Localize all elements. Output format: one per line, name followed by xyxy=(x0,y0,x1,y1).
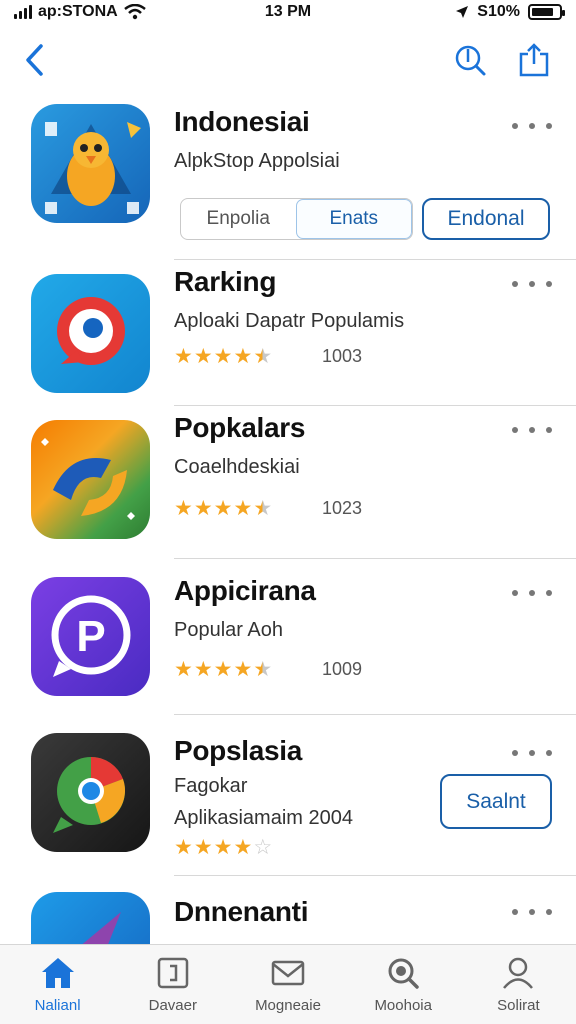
search-button[interactable] xyxy=(450,40,490,80)
star-icon: ★ xyxy=(193,497,213,520)
app-row[interactable]: Popkalars Coaelhdeskiai ★ ★ ★ ★ ★ 1023 xyxy=(0,406,576,559)
app-title: Indonesiai xyxy=(174,106,310,137)
tab-label: Nalianl xyxy=(34,997,81,1014)
document-icon xyxy=(157,957,189,989)
location-arrow-icon xyxy=(456,6,469,18)
rating-count: 1009 xyxy=(322,659,363,679)
search-icon xyxy=(388,958,419,989)
star-rating: ★ ★ ★ ★ ☆ xyxy=(174,837,272,858)
star-icon: ★ xyxy=(193,345,213,368)
tab-label: Mogneaie xyxy=(255,997,321,1014)
rating-count: 1003 xyxy=(322,346,363,366)
tab-solirat[interactable]: Solirat xyxy=(461,945,576,1024)
star-rating: ★ ★ ★ ★ ★ xyxy=(174,659,272,680)
star-icon: ★ xyxy=(174,345,193,368)
tab-mogneaie[interactable]: Mogneaie xyxy=(230,945,345,1024)
rating-count: 1023 xyxy=(322,498,363,518)
more-options-button[interactable] xyxy=(512,420,552,440)
tab-bar: Nalianl Davaer Mogneaie Moohoia Solirat xyxy=(0,944,576,1024)
share-icon xyxy=(519,43,549,77)
app-row[interactable]: Rarking Aploaki Dapatr Populamis ★ ★ ★ ★ ★ 1… xyxy=(0,260,576,406)
star-icon: ★ xyxy=(213,836,233,859)
app-icon-swirl xyxy=(31,420,150,539)
star-rating: ★ ★ ★ ★ ★ xyxy=(174,346,272,367)
app-list: Indonesiai AlpkStop Appolsiai Enpolia En… xyxy=(0,92,576,944)
signal-icon xyxy=(14,5,32,19)
app-subtitle: AlpkStop Appolsiai xyxy=(174,150,340,172)
tab-label: Davaer xyxy=(148,997,197,1014)
star-icon: ★ xyxy=(253,497,273,520)
segment-option[interactable]: Enpolia xyxy=(181,199,296,239)
star-icon: ★ xyxy=(253,658,273,681)
endonal-button[interactable]: Endonal xyxy=(422,198,550,240)
share-button[interactable] xyxy=(514,40,554,80)
app-row[interactable]: Popslasia Fagokar Aplikasiamaim 2004 ★ ★ ★… xyxy=(0,715,576,876)
more-options-button[interactable] xyxy=(512,116,552,136)
app-subtitle: Aploaki Dapatr Populamis xyxy=(174,310,405,332)
saalnt-button[interactable]: Saalnt xyxy=(440,774,552,829)
segment-option-selected[interactable]: Enats xyxy=(295,199,412,239)
mail-icon xyxy=(271,960,305,986)
star-icon: ★ xyxy=(174,497,193,520)
tab-moohoia[interactable]: Moohoia xyxy=(346,945,461,1024)
star-icon: ★ xyxy=(233,836,253,859)
segmented-control: Enpolia Enats xyxy=(180,198,413,240)
more-options-button[interactable] xyxy=(512,902,552,922)
app-title: Popslasia xyxy=(174,735,303,766)
app-subtitle-secondary: Aplikasiamaim 2004 xyxy=(174,807,353,829)
tab-home[interactable]: Nalianl xyxy=(0,945,115,1024)
star-icon: ★ xyxy=(233,497,253,520)
app-subtitle: Popular Aoh xyxy=(174,619,283,641)
star-icon: ★ xyxy=(233,345,253,368)
app-title: Dnnenanti xyxy=(174,896,309,927)
star-icon: ★ xyxy=(174,658,193,681)
more-options-button[interactable] xyxy=(512,743,552,763)
star-icon: ★ xyxy=(193,658,213,681)
navigation-bar xyxy=(0,36,576,86)
star-icon: ★ xyxy=(233,658,253,681)
back-button[interactable] xyxy=(14,40,54,80)
tab-label: Solirat xyxy=(497,997,540,1014)
chevron-left-icon xyxy=(26,44,43,76)
battery-icon xyxy=(528,4,565,20)
star-icon: ★ xyxy=(174,836,193,859)
app-subtitle: Fagokar xyxy=(174,775,248,797)
app-icon-chat: P xyxy=(31,577,150,696)
status-bar: ap:STONA 13 PM S10% xyxy=(0,0,576,24)
star-icon: ☆ xyxy=(253,836,273,859)
app-icon-bird xyxy=(31,104,150,223)
carrier-label: ap:STONA xyxy=(38,3,118,20)
app-row[interactable]: P Appicirana Popular Aoh ★ ★ ★ ★ ★ 1009 xyxy=(0,559,576,715)
star-icon: ★ xyxy=(213,345,233,368)
battery-percent: S10% xyxy=(477,3,520,20)
app-title: Appicirana xyxy=(174,575,316,606)
search-icon xyxy=(455,45,486,76)
app-row[interactable]: Indonesiai AlpkStop Appolsiai Enpolia En… xyxy=(0,92,576,260)
app-row[interactable]: Dnnenanti xyxy=(0,876,576,944)
app-icon-ring xyxy=(31,274,150,393)
star-icon: ★ xyxy=(253,345,273,368)
tab-davaer[interactable]: Davaer xyxy=(115,945,230,1024)
person-icon xyxy=(503,957,534,989)
status-time: 13 PM xyxy=(264,3,312,20)
star-icon: ★ xyxy=(193,836,213,859)
star-rating: ★ ★ ★ ★ ★ xyxy=(174,498,272,519)
app-subtitle: Coaelhdeskiai xyxy=(174,456,300,478)
star-icon: ★ xyxy=(213,497,233,520)
more-options-button[interactable] xyxy=(512,583,552,603)
app-title: Rarking xyxy=(174,266,277,297)
home-icon xyxy=(41,958,74,988)
wifi-icon xyxy=(123,4,146,20)
more-options-button[interactable] xyxy=(512,274,552,294)
app-title: Popkalars xyxy=(174,412,306,443)
star-icon: ★ xyxy=(213,658,233,681)
app-icon-chrome xyxy=(31,733,150,852)
tab-label: Moohoia xyxy=(374,997,432,1014)
svg-text:P: P xyxy=(76,612,105,661)
app-icon-arrow xyxy=(31,892,150,944)
